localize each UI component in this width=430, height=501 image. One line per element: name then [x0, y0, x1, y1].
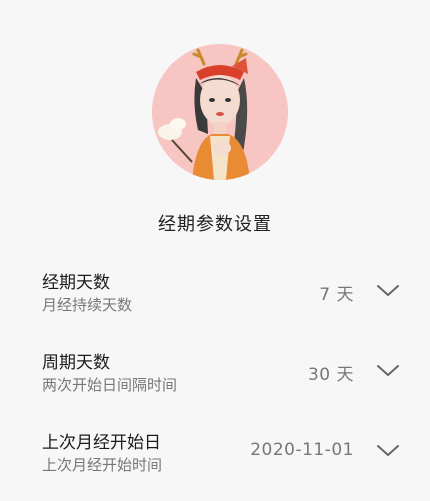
- setting-title: 经期天数: [42, 273, 110, 293]
- setting-subtitle: 两次开始日间隔时间: [42, 376, 178, 394]
- setting-subtitle: 月经持续天数: [42, 296, 133, 314]
- chevron-down-icon[interactable]: [376, 442, 400, 458]
- page-title: 经期参数设置: [158, 214, 272, 235]
- avatar: [152, 44, 288, 180]
- setting-title: 上次月经开始日: [42, 433, 161, 453]
- setting-row-last-period-start[interactable]: 上次月经开始日 上次月经开始时间 2020-11-01: [0, 428, 430, 492]
- chevron-down-icon[interactable]: [376, 362, 400, 378]
- setting-value: 2020-11-01: [250, 440, 354, 460]
- setting-row-period-length[interactable]: 经期天数 月经持续天数 7 天: [0, 268, 430, 332]
- setting-value: 30 天: [307, 365, 354, 385]
- avatar-illustration: [152, 44, 288, 180]
- setting-row-cycle-length[interactable]: 周期天数 两次开始日间隔时间 30 天: [0, 348, 430, 412]
- chevron-down-icon[interactable]: [376, 282, 400, 298]
- setting-title: 周期天数: [42, 353, 110, 373]
- setting-subtitle: 上次月经开始时间: [42, 456, 163, 474]
- setting-value: 7 天: [319, 285, 354, 305]
